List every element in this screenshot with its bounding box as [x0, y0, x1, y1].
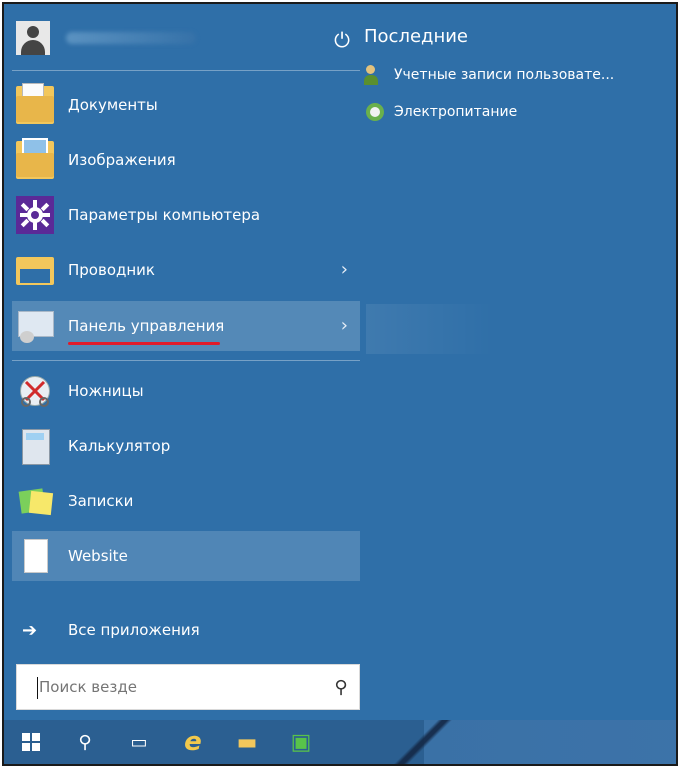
file-explorer-icon	[16, 251, 54, 289]
scissors-icon	[16, 372, 54, 410]
gear-icon	[16, 196, 54, 234]
user-accounts-icon	[364, 64, 386, 86]
menu-item-sticky-notes[interactable]: Записки	[12, 476, 360, 526]
task-view-button[interactable]: ▭	[112, 720, 166, 764]
recent-item-user-accounts[interactable]: Учетные записи пользовате...	[364, 62, 614, 88]
avatar-icon	[16, 21, 50, 55]
recent-item-label: Электропитание	[394, 104, 518, 120]
recent-title: Последние	[364, 26, 469, 47]
text-caret	[37, 677, 38, 699]
document-page-icon	[16, 537, 54, 575]
user-name-redacted	[66, 32, 196, 44]
menu-item-label: Документы	[68, 96, 158, 114]
store-icon: ▣	[290, 729, 312, 755]
recent-item-power-options[interactable]: Электропитание	[364, 99, 517, 125]
menu-item-control-panel[interactable]: Панель управления ›	[12, 301, 360, 351]
search-icon: ⚲	[78, 731, 92, 753]
search-input[interactable]	[17, 664, 323, 710]
power-options-icon	[364, 101, 386, 123]
menu-item-snipping-tool[interactable]: Ножницы	[12, 366, 360, 416]
sticky-notes-icon	[16, 482, 54, 520]
divider	[12, 70, 360, 71]
start-button[interactable]	[4, 720, 58, 764]
menu-item-file-explorer[interactable]: Проводник ›	[12, 245, 360, 295]
calculator-icon	[16, 427, 54, 465]
menu-item-label: Ножницы	[68, 382, 144, 400]
documents-folder-icon	[16, 83, 54, 124]
menu-item-calculator[interactable]: Калькулятор	[12, 421, 360, 471]
hover-ghost	[366, 304, 494, 354]
windows-logo-icon	[22, 733, 40, 751]
menu-item-label: Проводник	[68, 261, 155, 279]
taskbar-search-button[interactable]: ⚲	[58, 720, 112, 764]
recent-item-label: Учетные записи пользовате...	[394, 67, 615, 83]
menu-item-label: Панель управления	[68, 317, 225, 335]
taskbar-diagonal-divider	[384, 720, 462, 764]
folder-icon: ▬	[236, 729, 258, 755]
all-apps-button[interactable]: ➔ Все приложения	[12, 608, 360, 652]
menu-item-label: Website	[68, 547, 128, 565]
start-menu: Документы Изображения Параметры компьюте…	[4, 4, 676, 718]
file-explorer-taskbar-button[interactable]: ▬	[220, 720, 274, 764]
internet-explorer-button[interactable]: e	[166, 720, 220, 764]
menu-item-website[interactable]: Website	[12, 531, 360, 581]
menu-item-label: Изображения	[68, 151, 176, 169]
menu-item-label: Калькулятор	[68, 437, 171, 455]
menu-item-documents[interactable]: Документы	[12, 80, 360, 130]
task-view-icon: ▭	[130, 731, 148, 753]
pictures-folder-icon	[16, 138, 54, 179]
user-account[interactable]	[16, 20, 316, 56]
control-panel-icon	[16, 307, 54, 345]
search-icon[interactable]: ⚲	[323, 677, 359, 698]
divider	[12, 360, 360, 361]
menu-item-pictures[interactable]: Изображения	[12, 135, 360, 185]
red-underline-annotation	[68, 342, 220, 345]
menu-item-label: Записки	[68, 492, 134, 510]
arrow-right-icon: ➔	[22, 619, 38, 641]
chevron-right-icon[interactable]: ›	[341, 259, 348, 280]
store-button[interactable]: ▣	[274, 720, 328, 764]
internet-explorer-icon: e	[184, 727, 202, 757]
start-left-column: Документы Изображения Параметры компьюте…	[12, 4, 360, 718]
menu-item-label: Параметры компьютера	[68, 206, 261, 224]
screenshot-frame: Документы Изображения Параметры компьюте…	[2, 2, 678, 766]
chevron-right-icon[interactable]: ›	[341, 315, 348, 336]
search-box[interactable]: ⚲	[16, 664, 360, 710]
power-icon[interactable]: ⏻	[328, 26, 356, 54]
taskbar: ⚲ ▭ e ▬ ▣	[4, 720, 676, 764]
all-apps-label: Все приложения	[68, 621, 200, 639]
menu-item-pc-settings[interactable]: Параметры компьютера	[12, 190, 360, 240]
